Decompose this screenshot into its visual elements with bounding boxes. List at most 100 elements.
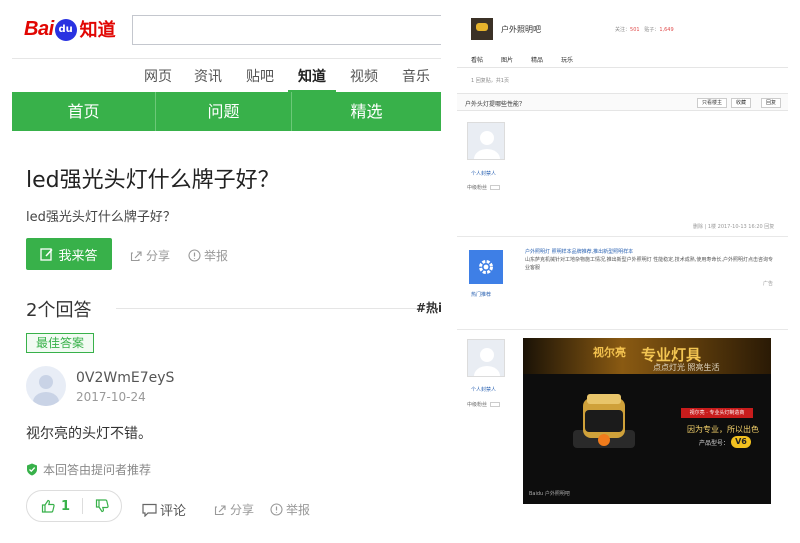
recommend-text: 本回答由提问者推荐 bbox=[43, 463, 152, 477]
thumbs-down-icon bbox=[95, 499, 109, 513]
tab-fun[interactable]: 玩乐 bbox=[561, 55, 573, 64]
level-box bbox=[490, 402, 501, 407]
hot-recommend-label: 热门推荐 bbox=[471, 292, 492, 298]
follow-count: 501 bbox=[630, 27, 640, 33]
report-link[interactable]: 举报 bbox=[188, 247, 228, 264]
thread-title: 户外头灯提哪些性能？ bbox=[465, 101, 526, 108]
tab-threads[interactable]: 看帖 bbox=[471, 55, 483, 64]
avatar[interactable] bbox=[467, 122, 505, 160]
forum-logo[interactable] bbox=[471, 18, 493, 40]
tab-tieba[interactable]: 贴吧 bbox=[246, 66, 274, 86]
ad-brand: 视尔亮 bbox=[593, 346, 626, 359]
promoted-title[interactable]: 户外照明灯 照明样本品牌推荐,推出新型照明样本 bbox=[525, 248, 633, 255]
zhidao-page: Bai du 知道 网页 资讯 贴吧 知道 视频 音乐 首页 问题 精选 led… bbox=[12, 0, 441, 543]
tab-video[interactable]: 视频 bbox=[350, 66, 378, 86]
tab-featured[interactable]: 精品 bbox=[531, 55, 543, 64]
reply-button[interactable]: 回复 bbox=[761, 98, 782, 108]
vote-control: 1 bbox=[26, 490, 122, 522]
comment-link[interactable]: 评论 bbox=[142, 500, 186, 519]
answer-button[interactable]: 我来答 bbox=[26, 238, 112, 270]
level-label: 中级粉丝 bbox=[467, 185, 488, 191]
ad-red-banner: 视尔亮 · 专业头灯制造商 bbox=[681, 408, 753, 418]
user-avatar-icon bbox=[474, 131, 500, 159]
share-label: 分享 bbox=[146, 249, 171, 263]
zhidao-menu: 首页 问题 精选 bbox=[12, 92, 441, 131]
comment-icon bbox=[142, 503, 157, 517]
hot-topic-tag[interactable]: #热i bbox=[416, 299, 441, 316]
answer-share-label: 分享 bbox=[230, 503, 255, 517]
logo-du: du bbox=[54, 19, 77, 41]
shield-check-icon bbox=[27, 463, 37, 476]
dislike-button[interactable] bbox=[83, 499, 109, 513]
report-icon bbox=[270, 503, 283, 516]
menu-featured[interactable]: 精选 bbox=[292, 92, 441, 131]
forum-header: 户外照明吧 关注：501 贴子：1,649 bbox=[457, 18, 788, 46]
post-user-level: 中级粉丝 bbox=[467, 184, 501, 191]
forum-stats: 关注：501 贴子：1,649 bbox=[615, 26, 674, 33]
tab-music[interactable]: 音乐 bbox=[402, 66, 430, 86]
ad-model-label: 产品型号： bbox=[699, 440, 730, 447]
headlamp-ad-image[interactable]: 视尔亮 专业灯具 点点灯光 照亮生活 视尔亮 · 专业头灯制造商 因为专业，所以… bbox=[523, 338, 771, 504]
recommend-note: 本回答由提问者推荐 bbox=[26, 461, 151, 478]
ad-subline: 点点灯光 照亮生活 bbox=[653, 363, 720, 372]
ad-watermark: Baidu 户外照明吧 bbox=[529, 491, 570, 497]
best-answer-badge: 最佳答案 bbox=[26, 333, 94, 353]
only-op-button[interactable]: 只看楼主 bbox=[697, 98, 728, 108]
avatar[interactable] bbox=[467, 339, 505, 377]
ad-slogan: 因为专业，所以出色 bbox=[687, 425, 759, 434]
answer-count: 2个回答 bbox=[26, 300, 92, 321]
answer-username[interactable]: 0V2WmE7eyS bbox=[76, 370, 174, 386]
answer-share-link[interactable]: 分享 bbox=[214, 501, 254, 518]
answer-report-link[interactable]: 举报 bbox=[270, 501, 310, 518]
promoted-text: 山东萨克机械针对工地杂物施工情况,推出新型户外照明灯 性能稳定,技术成熟,使用寿… bbox=[525, 257, 773, 271]
share-icon bbox=[214, 505, 226, 516]
menu-questions[interactable]: 问题 bbox=[156, 92, 292, 131]
question-title: led强光头灯什么牌子好？ bbox=[26, 168, 280, 193]
promoted-logo bbox=[469, 250, 503, 284]
user-avatar-icon bbox=[33, 375, 59, 406]
thread-header: 户外头灯提哪些性能？ 只看楼主 收藏 回复 bbox=[457, 93, 788, 111]
share-icon bbox=[130, 251, 142, 262]
ad-model-badge: V6 bbox=[731, 436, 751, 448]
answer-text: 视尔亮的头灯不错。 bbox=[26, 426, 152, 442]
search-input[interactable] bbox=[132, 15, 441, 45]
report-label: 举报 bbox=[204, 249, 229, 263]
reply-summary: 1 回复贴，共1页 bbox=[471, 78, 509, 84]
tab-web[interactable]: 网页 bbox=[144, 66, 172, 86]
post-username[interactable]: 个人封禁人 bbox=[471, 170, 496, 177]
gear-icon bbox=[479, 260, 493, 274]
menu-home[interactable]: 首页 bbox=[12, 92, 156, 131]
share-link[interactable]: 分享 bbox=[130, 247, 170, 264]
comment-label: 评论 bbox=[160, 504, 187, 519]
divider bbox=[116, 308, 416, 309]
favorite-button[interactable]: 收藏 bbox=[731, 98, 752, 108]
follow-label: 关注： bbox=[615, 27, 631, 33]
baidu-zhidao-logo[interactable]: Bai du 知道 bbox=[24, 14, 116, 44]
post-promoted: 户外照明灯 照明样本品牌推荐,推出新型照明样本 山东萨克机械针对工地杂物施工情况… bbox=[457, 238, 788, 330]
edit-icon bbox=[40, 248, 54, 261]
question-description: led强光头灯什么牌子好？ bbox=[26, 210, 176, 225]
forum-name[interactable]: 户外照明吧 bbox=[501, 24, 541, 35]
tab-images[interactable]: 图片 bbox=[501, 55, 513, 64]
answer-date: 2017-10-24 bbox=[76, 390, 146, 404]
forum-tabs: 看帖 图片 精品 玩乐 bbox=[457, 52, 788, 68]
level-box bbox=[490, 185, 501, 190]
avatar[interactable] bbox=[26, 366, 66, 406]
tieba-page: 户外照明吧 关注：501 贴子：1,649 看帖 图片 精品 玩乐 1 回复贴，… bbox=[457, 0, 788, 543]
posts-label: 贴子： bbox=[644, 27, 660, 33]
headlamp-icon bbox=[476, 23, 488, 31]
like-button[interactable]: 1 bbox=[27, 499, 82, 514]
thumbs-up-icon bbox=[41, 499, 55, 513]
answer-report-label: 举报 bbox=[286, 503, 311, 517]
logo-bai: Bai bbox=[24, 17, 54, 40]
answer-button-label: 我来答 bbox=[58, 248, 98, 264]
ad-label: 广告 bbox=[763, 281, 774, 287]
post-username[interactable]: 个人封禁人 bbox=[471, 386, 496, 393]
posts-count: 1,649 bbox=[659, 27, 674, 33]
channel-nav: 网页 资讯 贴吧 知道 视频 音乐 bbox=[12, 58, 441, 93]
tab-news[interactable]: 资讯 bbox=[194, 66, 222, 86]
like-count: 1 bbox=[61, 498, 71, 514]
post-floor-1: 个人封禁人 中级粉丝 删除 | 1楼 2017-10-13 16:20 回复 bbox=[457, 112, 788, 237]
post-meta: 删除 | 1楼 2017-10-13 16:20 回复 bbox=[693, 224, 775, 230]
tab-zhidao[interactable]: 知道 bbox=[298, 66, 326, 86]
